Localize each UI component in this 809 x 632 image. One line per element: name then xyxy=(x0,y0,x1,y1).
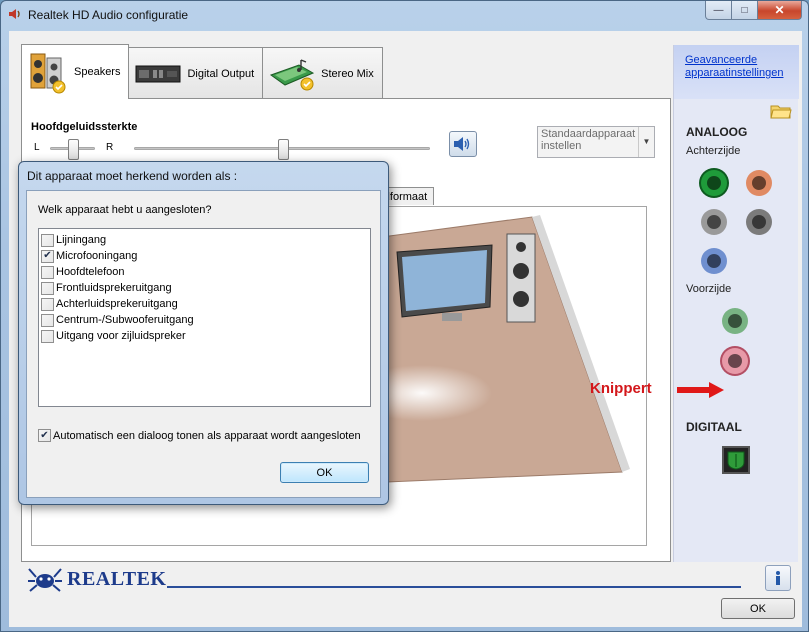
tab-speakers[interactable]: Speakers xyxy=(21,44,130,99)
option-label: Lijningang xyxy=(56,234,107,246)
analog-title: ANALOOG xyxy=(686,125,748,139)
volume-slider-thumb[interactable] xyxy=(278,139,289,160)
dialog-ok-label: OK xyxy=(316,466,333,479)
checkbox-unchecked[interactable] xyxy=(41,265,54,279)
minimize-icon: — xyxy=(713,4,724,16)
maximize-button[interactable]: □ xyxy=(732,1,758,20)
digital-title: DIGITAAL xyxy=(686,420,742,434)
realtek-logo: REALTEK xyxy=(27,565,166,593)
device-tabs: Speakers Digital Output Stereo Mix xyxy=(21,44,383,99)
brand-divider xyxy=(167,586,741,588)
info-button[interactable] xyxy=(765,565,791,591)
spdif-connector-icon[interactable] xyxy=(722,446,750,474)
dialog-body: Welk apparaat hebt u aangesloten? Lijnin… xyxy=(26,190,381,498)
device-detect-dialog: Dit apparaat moet herkend worden als : W… xyxy=(18,161,389,505)
checkbox-unchecked[interactable] xyxy=(41,281,54,295)
checkbox-unchecked[interactable] xyxy=(41,313,54,327)
balance-left-label: L xyxy=(34,142,40,153)
main-volume-label: Hoofdgeluidssterkte xyxy=(31,121,138,133)
list-item[interactable]: Lijningang xyxy=(41,232,368,248)
dialog-ok-button[interactable]: OK xyxy=(280,462,369,483)
maximize-icon: □ xyxy=(741,4,748,16)
jack-grey-2[interactable] xyxy=(746,209,772,235)
folder-icon[interactable] xyxy=(770,101,792,119)
blink-annotation: Knippert xyxy=(590,380,652,397)
jack-green[interactable] xyxy=(701,170,727,196)
crab-logo-icon xyxy=(28,568,62,592)
option-label: Frontluidsprekeruitgang xyxy=(56,282,172,294)
mute-button[interactable] xyxy=(449,131,477,157)
volume-row: L R xyxy=(34,139,439,160)
caption-buttons: — □ ✕ xyxy=(705,1,802,20)
auto-popup-option[interactable]: ✔ Automatisch een dialoog tonen als appa… xyxy=(38,429,361,442)
device-type-list: Lijningang ✔ Microfooningang Hoofdtelefoo… xyxy=(38,228,371,407)
checkbox-unchecked[interactable] xyxy=(41,297,54,311)
window-title: Realtek HD Audio configuratie xyxy=(28,8,189,22)
speaker-volume-icon xyxy=(454,137,470,151)
list-item[interactable]: Frontluidsprekeruitgang xyxy=(41,280,368,296)
balance-right-label: R xyxy=(106,142,114,153)
red-arrow-icon xyxy=(677,382,724,398)
tab-digital-output[interactable]: Digital Output xyxy=(128,47,264,99)
shield-connector-icon xyxy=(727,451,745,470)
jack-front-green[interactable] xyxy=(722,308,748,334)
speakers-icon xyxy=(30,53,66,94)
checkbox-unchecked[interactable] xyxy=(41,329,54,343)
front-panel-label: Voorzijde xyxy=(686,283,732,295)
option-label: Achterluidsprekeruitgang xyxy=(56,298,178,310)
tab-stereo-mix[interactable]: Stereo Mix xyxy=(262,47,383,99)
title-bar: Realtek HD Audio configuratie — □ ✕ xyxy=(1,1,808,29)
dialog-title: Dit apparaat moet herkend worden als : xyxy=(27,169,238,183)
default-device-dropdown[interactable]: Standaardapparaat instellen ▼ xyxy=(537,126,655,158)
back-panel-label: Achterzijde xyxy=(686,145,741,157)
brand-name: REALTEK xyxy=(67,567,167,590)
option-label: Hoofdtelefoon xyxy=(56,266,125,278)
close-icon: ✕ xyxy=(774,3,785,17)
digital-output-icon xyxy=(135,65,181,82)
tab-label: Speakers xyxy=(74,66,121,78)
jack-grey-1[interactable] xyxy=(701,209,727,235)
connector-side-panel: Geavanceerde apparaatinstellingen ANALOO… xyxy=(673,45,799,562)
chevron-down-icon: ▼ xyxy=(638,127,654,157)
option-label: Centrum-/Subwooferuitgang xyxy=(56,314,194,326)
checkbox-unchecked[interactable] xyxy=(41,233,54,247)
minimize-button[interactable]: — xyxy=(705,1,732,20)
info-icon xyxy=(776,571,780,585)
list-item[interactable]: Uitgang voor zijluidspreker xyxy=(41,328,368,344)
jack-front-pink[interactable] xyxy=(722,348,748,374)
list-item[interactable]: Achterluidsprekeruitgang xyxy=(41,296,368,312)
default-device-label: Standaardapparaat instellen xyxy=(541,128,636,152)
ok-button-label: OK xyxy=(750,602,766,615)
balance-slider-thumb[interactable] xyxy=(68,139,79,160)
stereo-mix-icon xyxy=(270,58,315,90)
tab-label: Digital Output xyxy=(187,67,255,80)
option-label: Microfooningang xyxy=(56,250,138,262)
jack-orange[interactable] xyxy=(746,170,772,196)
advanced-settings-link[interactable]: Geavanceerde apparaatinstellingen xyxy=(685,54,799,80)
main-window: Realtek HD Audio configuratie — □ ✕ Spea… xyxy=(0,0,809,632)
auto-popup-label: Automatisch een dialoog tonen als appara… xyxy=(53,429,361,442)
checkbox-checked[interactable]: ✔ xyxy=(41,249,54,263)
speaker-tower-icon xyxy=(506,233,536,323)
option-label: Uitgang voor zijluidspreker xyxy=(56,330,186,342)
close-button[interactable]: ✕ xyxy=(758,1,802,20)
tab-label: Stereo Mix xyxy=(321,67,374,80)
ok-button[interactable]: OK xyxy=(721,598,795,619)
list-item[interactable]: Centrum-/Subwooferuitgang xyxy=(41,312,368,328)
side-panel-header: Geavanceerde apparaatinstellingen xyxy=(674,45,799,99)
speaker-icon xyxy=(9,9,20,19)
list-item[interactable]: ✔ Microfooningang xyxy=(41,248,368,264)
list-item[interactable]: Hoofdtelefoon xyxy=(41,264,368,280)
auto-popup-checkbox[interactable]: ✔ xyxy=(38,429,51,442)
dialog-question: Welk apparaat hebt u aangesloten? xyxy=(38,204,212,216)
jack-blue[interactable] xyxy=(701,248,727,274)
